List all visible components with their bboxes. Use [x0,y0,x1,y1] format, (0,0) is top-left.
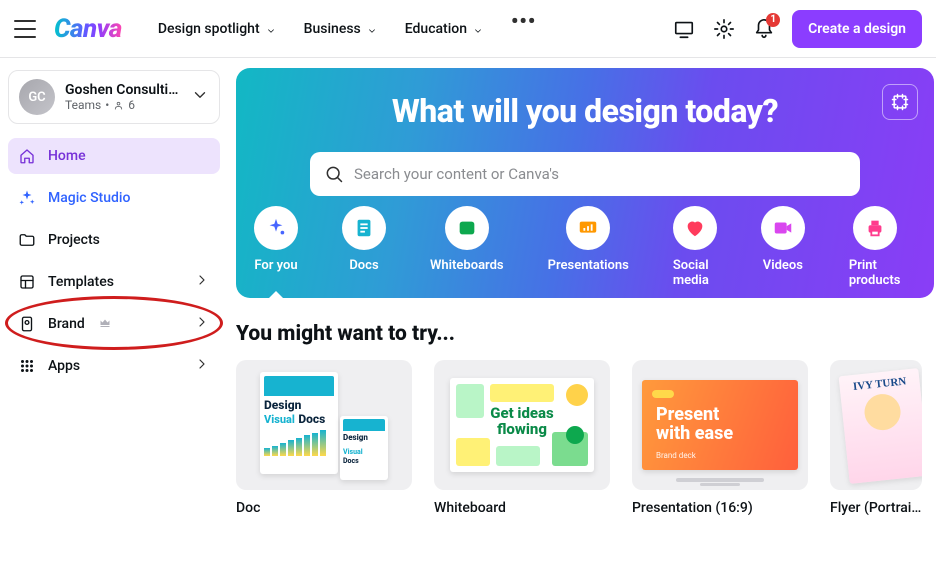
sidebar-item-magic-studio[interactable]: Magic Studio [8,180,220,216]
category-videos[interactable]: Videos [761,206,805,288]
card-flyer[interactable]: IVY TURN Flyer (Portrait 8. [830,360,922,516]
category-print-products[interactable]: Print products [849,206,901,288]
category-label: Whiteboards [430,258,504,273]
chevron-down-icon [473,24,483,34]
crown-pro-icon [99,317,111,332]
notifications-bell-icon[interactable]: 1 [752,17,776,41]
sidebar-item-label: Templates [48,274,114,290]
card-whiteboard[interactable]: Get ideasflowing Whiteboard [434,360,610,516]
category-for-you[interactable]: For you [254,206,298,288]
category-social-media[interactable]: Social media [673,206,717,288]
sidebar-item-label: Apps [48,358,80,374]
team-avatar: GC [19,79,55,115]
category-whiteboards[interactable]: Whiteboards [430,206,504,288]
present-icon[interactable] [672,17,696,41]
category-label: For you [254,258,297,273]
templates-icon [18,273,36,291]
category-label: Docs [349,258,378,273]
apps-grid-icon [18,357,36,375]
sidebar-item-label: Brand [48,316,85,332]
search-icon [324,164,344,184]
chevron-right-icon [194,314,210,334]
sparkle-icon [18,189,36,207]
team-name: Goshen Consultin... [65,82,181,98]
sidebar-item-home[interactable]: Home [8,138,220,174]
hamburger-menu-button[interactable] [14,20,36,38]
team-switcher[interactable]: GC Goshen Consultin... Teams • 6 [8,70,220,124]
category-icon [254,206,298,250]
category-icon [445,206,489,250]
header-actions: 1 Create a design [672,10,922,48]
nav-label: Business [304,21,361,37]
nav-label: Education [405,21,467,37]
card-label: Presentation (16:9) [632,500,808,516]
more-menu-button[interactable]: ••• [511,21,536,37]
category-tabs: For you Docs Whiteboards Presentations Socia… [236,206,934,288]
card-thumb: IVY TURN [830,360,922,490]
category-label: Videos [763,258,803,273]
chevron-right-icon [194,356,210,376]
nav-education[interactable]: Education [405,21,483,37]
sidebar-item-label: Projects [48,232,100,248]
chevron-down-icon [191,86,209,108]
chevron-right-icon [194,272,210,292]
team-subtitle: Teams • 6 [65,98,181,112]
category-icon [761,206,805,250]
template-cards: Design Visual Docs Design Visual Docs Do… [236,360,936,516]
home-icon [18,147,36,165]
folder-icon [18,231,36,249]
card-doc[interactable]: Design Visual Docs Design Visual Docs Do… [236,360,412,516]
category-docs[interactable]: Docs [342,206,386,288]
app-header: Canva Design spotlight Business Educatio… [0,0,936,58]
chevron-down-icon [367,24,377,34]
category-label: Print products [849,258,901,288]
people-icon [113,100,124,111]
category-label: Presentations [548,258,629,273]
category-label: Social media [673,258,717,288]
sidebar-item-templates[interactable]: Templates [8,264,220,300]
hero-banner: What will you design today? Search your … [236,68,934,298]
create-design-button[interactable]: Create a design [792,10,922,48]
canva-logo[interactable]: Canva [54,14,122,44]
card-presentation[interactable]: Presentwith ease Brand deck Presentation… [632,360,808,516]
chevron-down-icon [266,24,276,34]
card-thumb: Get ideasflowing [434,360,610,490]
try-section-heading: You might want to try... [236,322,936,346]
nav-business[interactable]: Business [304,21,377,37]
main-content: What will you design today? Search your … [228,58,936,582]
top-nav: Design spotlight Business Education ••• [158,21,536,37]
sidebar: GC Goshen Consultin... Teams • 6 Home [0,58,228,582]
card-label: Flyer (Portrait 8. [830,500,922,516]
sidebar-item-label: Magic Studio [48,190,130,206]
sidebar-item-brand[interactable]: Brand [8,306,220,342]
card-label: Whiteboard [434,500,610,516]
category-presentations[interactable]: Presentations [548,206,629,288]
category-icon [853,206,897,250]
hero-search-input[interactable]: Search your content or Canva's [310,152,860,196]
hero-title: What will you design today? [236,92,934,130]
card-thumb: Presentwith ease Brand deck [632,360,808,490]
notification-count-badge: 1 [766,13,780,27]
settings-gear-icon[interactable] [712,17,736,41]
search-placeholder: Search your content or Canva's [354,165,559,183]
brand-icon [18,315,36,333]
create-design-label: Create a design [808,21,906,37]
category-icon [673,206,717,250]
nav-label: Design spotlight [158,21,260,37]
custom-size-button[interactable] [882,84,918,120]
annotation-circle [5,296,223,350]
category-icon [566,206,610,250]
card-thumb: Design Visual Docs Design Visual Docs [236,360,412,490]
card-label: Doc [236,500,412,516]
category-icon [342,206,386,250]
sidebar-item-projects[interactable]: Projects [8,222,220,258]
nav-design-spotlight[interactable]: Design spotlight [158,21,276,37]
sidebar-item-apps[interactable]: Apps [8,348,220,384]
sidebar-item-label: Home [48,148,86,164]
